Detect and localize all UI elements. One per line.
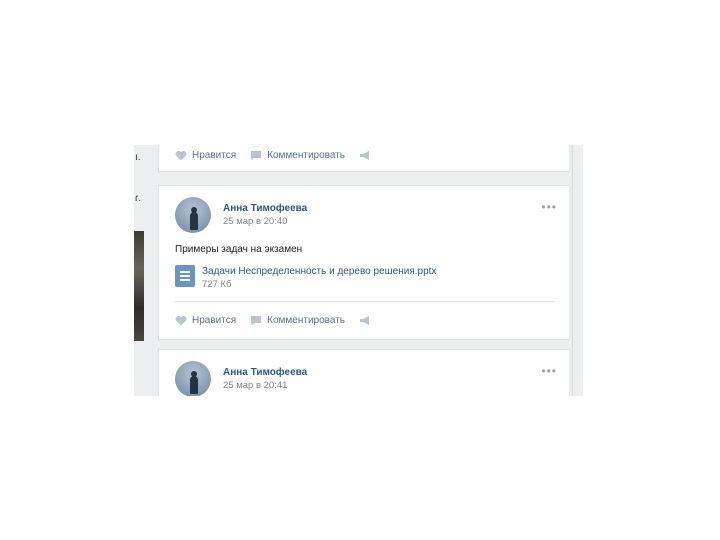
left-text-fragment-1: ı.	[135, 152, 141, 163]
post-author[interactable]: Анна Тимофеева	[223, 203, 307, 214]
attachment-size: 727 Кб	[202, 279, 232, 290]
share-megaphone-icon	[359, 150, 369, 160]
post-date[interactable]: 25 мар в 20:40	[223, 216, 287, 227]
more-dots-icon[interactable]: •••	[541, 200, 557, 214]
post-text: Примеры задач на экзамен	[175, 244, 303, 255]
comment-icon	[251, 315, 262, 325]
share-button[interactable]	[359, 150, 372, 161]
document-icon[interactable]	[175, 265, 195, 287]
post-date[interactable]: 25 мар в 20:41	[223, 380, 287, 391]
heart-icon	[175, 150, 187, 160]
like-label: Нравится	[192, 314, 237, 326]
comment-button[interactable]: Комментировать	[250, 150, 345, 161]
attachment-name[interactable]: Задачи Неспределенность и дерево решения…	[202, 266, 436, 277]
post-card-next: Анна Тимофеева 25 мар в 20:41 •••	[158, 349, 570, 396]
post-author[interactable]: Анна Тимофеева	[223, 367, 307, 378]
more-dots-icon[interactable]: •••	[541, 364, 557, 378]
avatar[interactable]	[175, 197, 211, 233]
left-text-fragment-2: ɾ.	[135, 193, 142, 204]
comment-label: Комментировать	[267, 314, 345, 326]
left-column-fragment: ı. ɾ.	[134, 145, 144, 396]
post-actions: Нравится Комментировать	[175, 313, 372, 327]
avatar-figure-body	[190, 212, 198, 230]
post-card: Анна Тимофеева 25 мар в 20:40 ••• Пример…	[158, 185, 570, 340]
share-megaphone-icon	[359, 315, 369, 325]
like-button[interactable]: Нравится	[175, 315, 236, 326]
post-card-previous: Нравится Комментировать	[158, 145, 570, 172]
avatar-figure-body	[190, 376, 198, 394]
heart-icon	[175, 315, 187, 325]
share-button[interactable]	[359, 315, 372, 326]
vk-feed-screenshot: ı. ɾ. Нравится Комментировать Анна Тимоф…	[134, 145, 583, 396]
like-button[interactable]: Нравится	[175, 150, 236, 161]
divider	[175, 301, 555, 302]
right-edge-line	[572, 145, 573, 396]
avatar[interactable]	[175, 361, 211, 396]
comment-button[interactable]: Комментировать	[250, 315, 345, 326]
post-actions: Нравится Комментировать	[175, 148, 372, 162]
comment-label: Комментировать	[267, 149, 345, 161]
like-label: Нравится	[192, 149, 237, 161]
comment-icon	[251, 150, 262, 160]
left-photo-fragment[interactable]	[134, 231, 144, 341]
